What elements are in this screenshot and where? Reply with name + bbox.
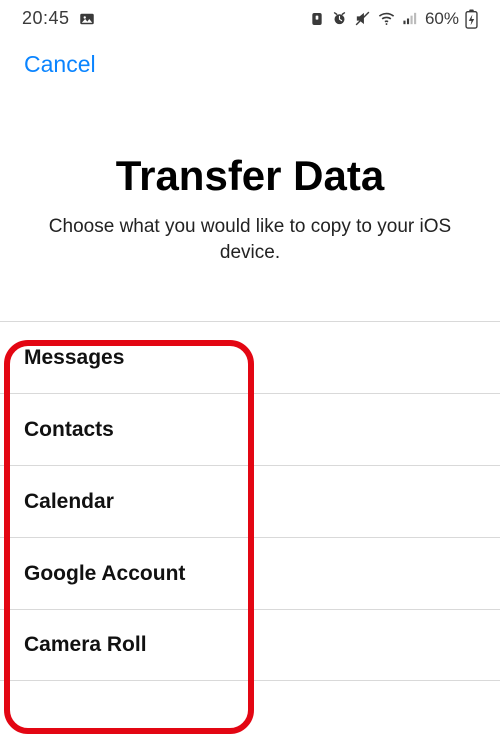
image-icon — [78, 10, 96, 28]
hero: Transfer Data Choose what you would like… — [0, 78, 500, 265]
list-item-camera-roll[interactable]: Camera Roll — [0, 609, 500, 681]
page-title: Transfer Data — [30, 152, 470, 200]
list-item-messages[interactable]: Messages — [0, 321, 500, 393]
cancel-button[interactable]: Cancel — [24, 51, 96, 78]
list-item-label: Contacts — [24, 418, 114, 442]
status-time: 20:45 — [22, 8, 70, 29]
status-left: 20:45 — [22, 8, 96, 29]
page-subtitle: Choose what you would like to copy to yo… — [30, 214, 470, 265]
status-bar: 20:45 60% — [0, 0, 500, 33]
data-type-list: Messages Contacts Calendar Google Accoun… — [0, 321, 500, 681]
signal-icon — [402, 10, 419, 27]
list-item-label: Google Account — [24, 562, 185, 586]
list-item-calendar[interactable]: Calendar — [0, 465, 500, 537]
screen: 20:45 60% — [0, 0, 500, 741]
battery-charging-icon — [465, 9, 478, 29]
nav-bar: Cancel — [0, 33, 500, 78]
list-item-label: Messages — [24, 346, 124, 370]
list-item-label: Camera Roll — [24, 633, 147, 657]
list-item-contacts[interactable]: Contacts — [0, 393, 500, 465]
battery-text: 60% — [425, 9, 459, 29]
notification-icon — [309, 11, 325, 27]
status-right: 60% — [309, 9, 478, 29]
wifi-icon — [377, 9, 396, 28]
list-item-label: Calendar — [24, 490, 114, 514]
mute-icon — [354, 10, 371, 27]
alarm-icon — [331, 10, 348, 27]
list-item-google-account[interactable]: Google Account — [0, 537, 500, 609]
